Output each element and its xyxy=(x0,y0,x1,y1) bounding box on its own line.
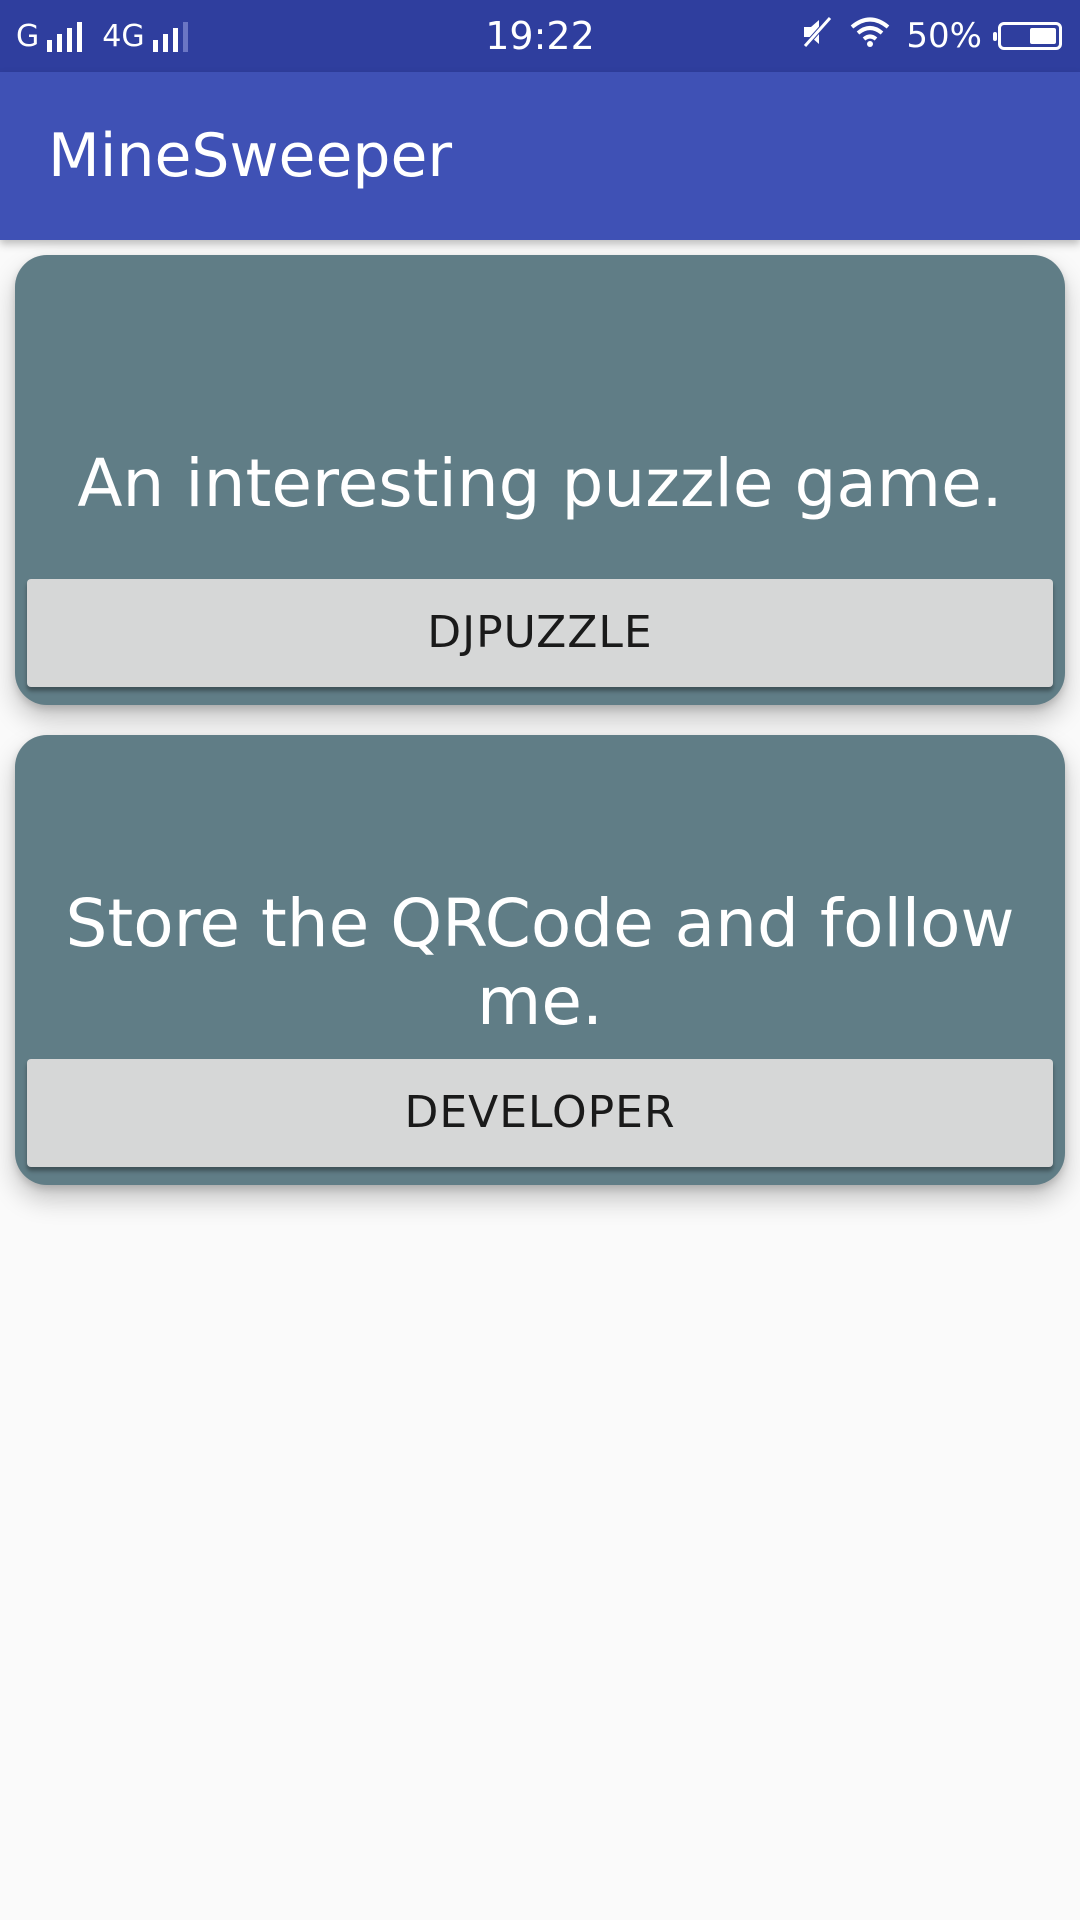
battery-percent: 50% xyxy=(906,16,982,56)
status-bar: G 4G 19:22 50% xyxy=(0,0,1080,72)
card-developer: Store the QRCode and follow me. DEVELOPE… xyxy=(15,735,1065,1185)
card-puzzle: An interesting puzzle game. DJPUZZLE xyxy=(15,255,1065,705)
developer-button[interactable]: DEVELOPER xyxy=(27,1059,1053,1167)
card-description: An interesting puzzle game. xyxy=(77,445,1003,522)
app-title: MineSweeper xyxy=(48,121,453,191)
wifi-icon xyxy=(850,16,890,57)
app-bar: MineSweeper xyxy=(0,72,1080,240)
mute-icon xyxy=(800,15,834,58)
battery-level xyxy=(1030,28,1056,44)
battery-icon xyxy=(993,22,1062,50)
status-bar-right: 50% xyxy=(800,0,1062,72)
djpuzzle-button[interactable]: DJPUZZLE xyxy=(27,579,1053,687)
card-description: Store the QRCode and follow me. xyxy=(65,885,1015,1040)
